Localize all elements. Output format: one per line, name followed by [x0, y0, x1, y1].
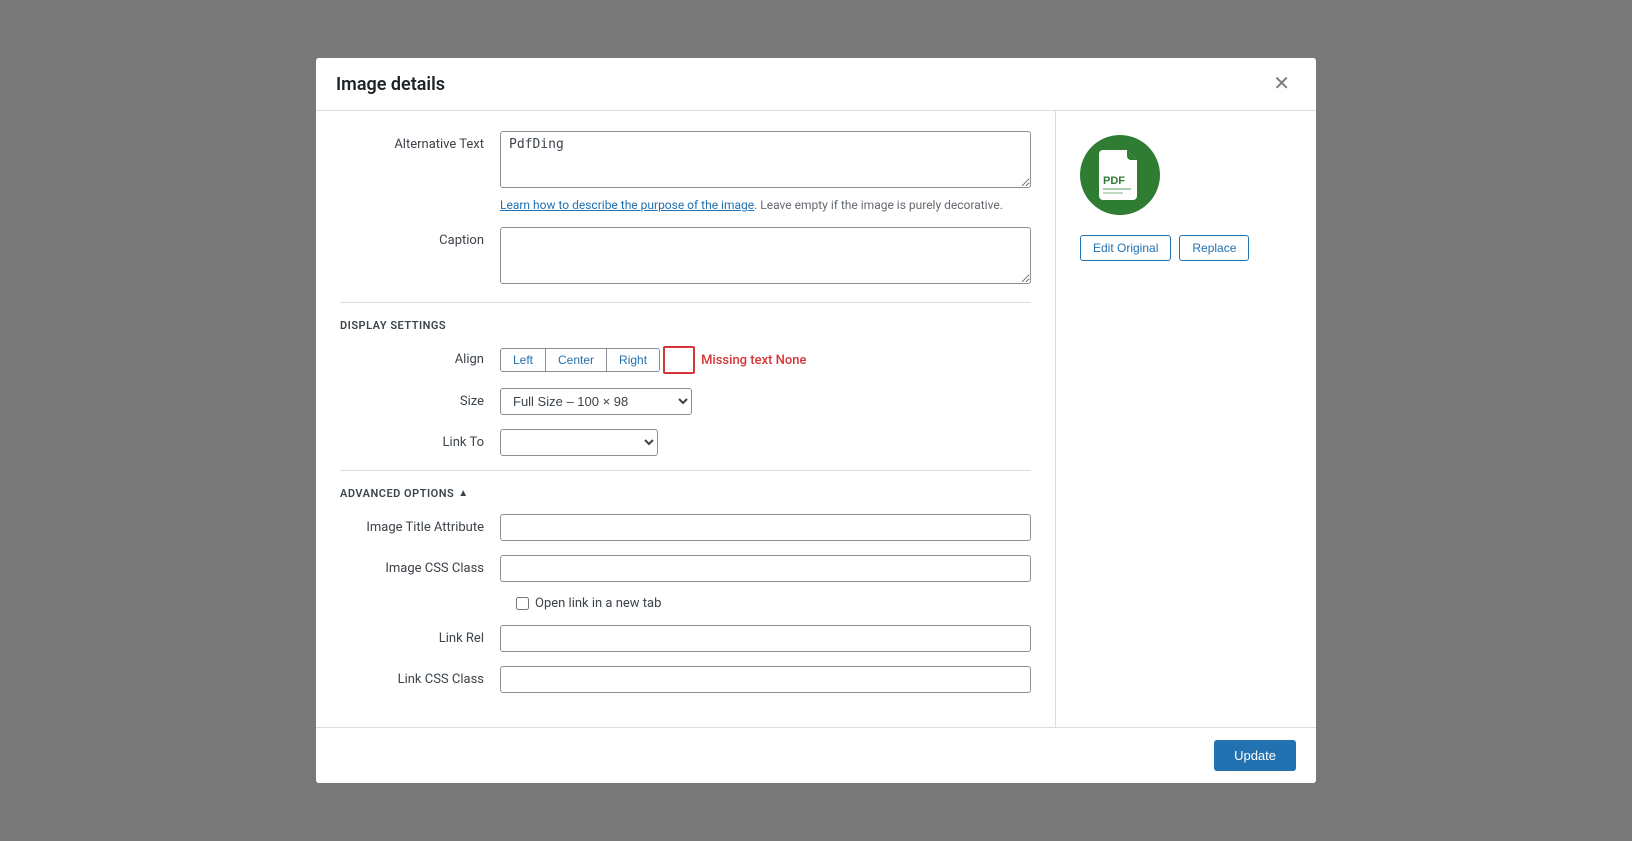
- link-css-row: Link CSS Class: [340, 666, 1031, 693]
- title-attr-label: Image Title Attribute: [340, 514, 500, 535]
- size-row: Size Full Size – 100 × 98 Thumbnail – 15…: [340, 388, 1031, 415]
- link-rel-row: Link Rel: [340, 625, 1031, 652]
- link-css-wrap: [500, 666, 1031, 693]
- align-label: Align: [340, 346, 500, 367]
- image-details-modal: Image details ✕ Alternative Text PdfDing…: [316, 58, 1316, 783]
- edit-original-button[interactable]: Edit Original: [1080, 235, 1171, 261]
- size-control-wrap: Full Size – 100 × 98 Thumbnail – 150 × 1…: [500, 388, 1031, 415]
- modal-title: Image details: [336, 74, 445, 95]
- alt-text-row: Alternative Text PdfDing Learn how to de…: [340, 131, 1031, 213]
- pdf-icon-circle: PDF: [1080, 135, 1160, 215]
- alt-text-help-text: . Leave empty if the image is purely dec…: [754, 198, 1003, 212]
- link-rel-label: Link Rel: [340, 625, 500, 646]
- title-attr-wrap: [500, 514, 1031, 541]
- link-to-label: Link To: [340, 429, 500, 450]
- css-class-label: Image CSS Class: [340, 555, 500, 576]
- link-to-row: Link To None Media File Attachment Page …: [340, 429, 1031, 456]
- display-settings-title: DISPLAY SETTINGS: [340, 319, 1031, 332]
- advanced-options-toggle[interactable]: ADVANCED OPTIONS ▲: [340, 487, 1031, 500]
- alt-text-control-wrap: PdfDing Learn how to describe the purpos…: [500, 131, 1031, 213]
- modal-footer: Update: [316, 727, 1316, 783]
- title-attr-input[interactable]: [500, 514, 1031, 541]
- css-class-row: Image CSS Class: [340, 555, 1031, 582]
- close-button[interactable]: ✕: [1267, 72, 1296, 96]
- pdf-file-icon: PDF: [1099, 150, 1141, 200]
- caption-control-wrap: [500, 227, 1031, 288]
- image-action-buttons: Edit Original Replace: [1080, 235, 1249, 261]
- align-none-label: Missing text None: [701, 353, 806, 368]
- size-select[interactable]: Full Size – 100 × 98 Thumbnail – 150 × 1…: [500, 388, 692, 415]
- update-button[interactable]: Update: [1214, 740, 1296, 771]
- replace-button[interactable]: Replace: [1179, 235, 1249, 261]
- align-control-wrap: Left Center Right Missing text None: [500, 346, 1031, 374]
- caption-input[interactable]: [500, 227, 1031, 284]
- size-label: Size: [340, 388, 500, 409]
- new-tab-checkbox[interactable]: [516, 597, 529, 610]
- advanced-options-section: Image Title Attribute Image CSS Class: [340, 514, 1031, 693]
- align-none-button[interactable]: [663, 346, 695, 374]
- link-rel-wrap: [500, 625, 1031, 652]
- caption-row: Caption: [340, 227, 1031, 288]
- link-rel-input[interactable]: [500, 625, 1031, 652]
- align-row: Align Left Center Right Missing text Non…: [340, 346, 1031, 374]
- alt-text-input[interactable]: PdfDing: [500, 131, 1031, 188]
- divider-1: [340, 302, 1031, 303]
- left-panel: Alternative Text PdfDing Learn how to de…: [316, 111, 1056, 727]
- right-panel: PDF Edit Original Replace: [1056, 111, 1316, 727]
- pdf-icon-inner: PDF: [1099, 150, 1141, 200]
- align-center-button[interactable]: Center: [545, 348, 607, 372]
- alt-text-help-link[interactable]: Learn how to describe the purpose of the…: [500, 198, 754, 212]
- toggle-arrow-icon: ▲: [458, 488, 468, 499]
- css-class-wrap: [500, 555, 1031, 582]
- new-tab-label[interactable]: Open link in a new tab: [535, 596, 661, 611]
- modal-overlay: Image details ✕ Alternative Text PdfDing…: [0, 0, 1632, 841]
- alt-text-label: Alternative Text: [340, 131, 500, 152]
- divider-2: [340, 470, 1031, 471]
- css-class-input[interactable]: [500, 555, 1031, 582]
- link-to-select[interactable]: None Media File Attachment Page Custom U…: [500, 429, 658, 456]
- link-to-control-wrap: None Media File Attachment Page Custom U…: [500, 429, 1031, 456]
- modal-body: Alternative Text PdfDing Learn how to de…: [316, 111, 1316, 727]
- link-css-input[interactable]: [500, 666, 1031, 693]
- svg-text:PDF: PDF: [1103, 175, 1125, 187]
- modal-header: Image details ✕: [316, 58, 1316, 111]
- align-left-button[interactable]: Left: [500, 348, 546, 372]
- alt-text-helper: Learn how to describe the purpose of the…: [500, 198, 1031, 213]
- align-button-group: Left Center Right: [500, 348, 659, 372]
- align-right-button[interactable]: Right: [606, 348, 660, 372]
- title-attr-row: Image Title Attribute: [340, 514, 1031, 541]
- caption-label: Caption: [340, 227, 500, 248]
- link-css-label: Link CSS Class: [340, 666, 500, 687]
- advanced-title: ADVANCED OPTIONS: [340, 487, 454, 500]
- new-tab-row: Open link in a new tab: [340, 596, 1031, 611]
